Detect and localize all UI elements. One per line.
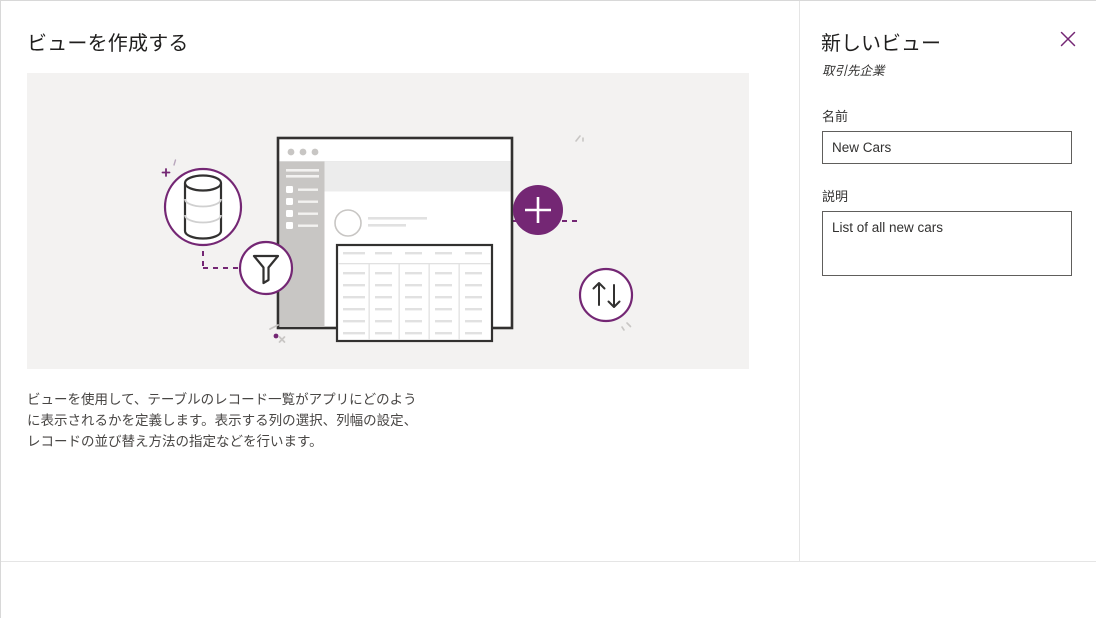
dialog-footer: 作成 キャンセル [1, 562, 1096, 618]
database-icon [163, 167, 243, 247]
new-view-properties-panel: 新しいビュー 取引先企業 名前 説明 [800, 1, 1096, 561]
description-field-label: 説明 [822, 189, 849, 204]
helper-line-1: ビューを使用して、テーブルのレコード一覧がアプリにどのよう [27, 392, 417, 407]
helper-description-text: ビューを使用して、テーブルのレコード一覧がアプリにどのよう に表示されるかを定義… [27, 389, 457, 452]
close-icon [1060, 31, 1076, 47]
view-illustration [27, 73, 749, 369]
plus-icon [513, 185, 563, 235]
filter-funnel-icon [238, 240, 294, 296]
close-button[interactable] [1052, 23, 1084, 55]
helper-line-3: レコードの並び替え方法の指定などを行います。 [27, 434, 323, 449]
create-view-dialog: ビューを作成する ビューを使用して、テーブルのレコード一覧がアプリにどのよう に… [0, 0, 1096, 618]
name-input[interactable] [822, 131, 1072, 164]
helper-line-2: に表示されるかを定義します。表示する列の選択、列幅の設定、 [27, 413, 418, 428]
page-title: ビューを作成する [27, 33, 189, 55]
name-field-label: 名前 [822, 109, 849, 124]
sort-arrows-icon [578, 267, 634, 323]
description-input[interactable] [822, 211, 1072, 276]
panel-title: 新しいビュー [821, 33, 941, 55]
app-window-mockup [276, 136, 514, 343]
panel-subtitle: 取引先企業 [822, 64, 885, 78]
left-content-pane: ビューを作成する ビューを使用して、テーブルのレコード一覧がアプリにどのよう に… [1, 1, 799, 561]
